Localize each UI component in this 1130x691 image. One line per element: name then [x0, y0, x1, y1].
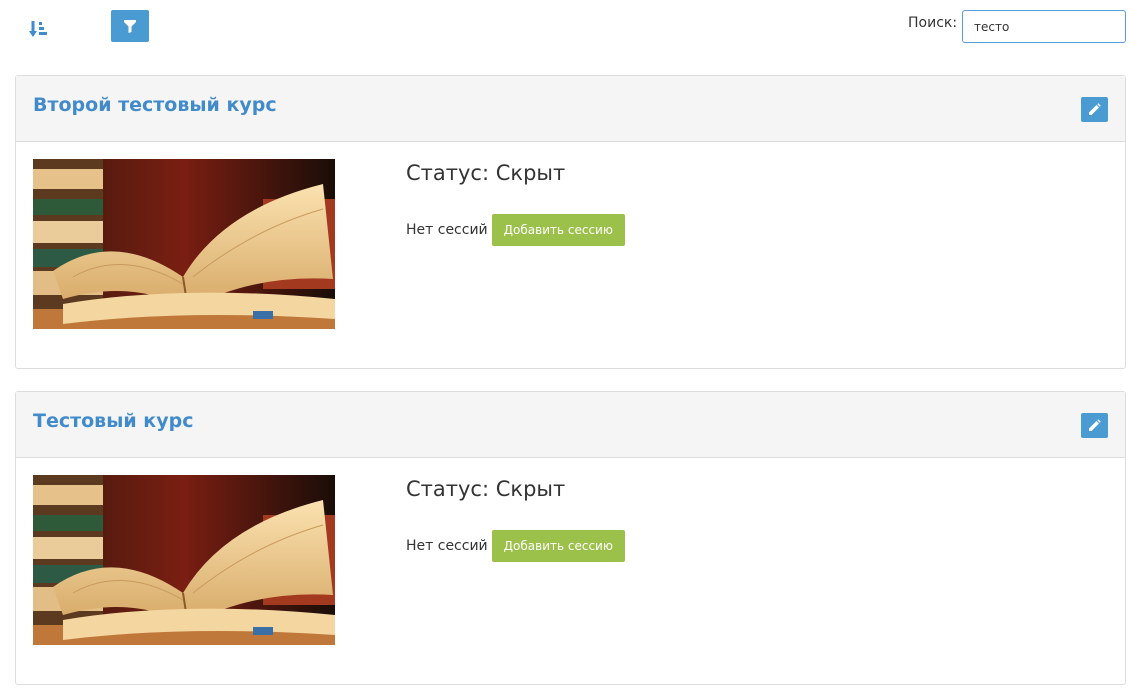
filter-button[interactable]: [111, 10, 149, 42]
search-input[interactable]: [962, 10, 1126, 43]
sessions-row: Нет сессий Добавить сессию: [406, 214, 625, 246]
add-session-button[interactable]: Добавить сессию: [491, 530, 625, 562]
pencil-icon: [1089, 103, 1101, 115]
course-card: Тестовый курс Статус: Скрыт Нет сессий Д…: [15, 391, 1126, 685]
open-book-thumbnail: [33, 159, 335, 329]
course-image: [33, 475, 335, 645]
filter-icon: [124, 19, 136, 33]
course-card-header: Второй тестовый курс: [16, 76, 1125, 142]
toolbar: Поиск:: [0, 0, 1130, 52]
sort-button[interactable]: [22, 14, 54, 44]
course-title[interactable]: Второй тестовый курс: [33, 94, 277, 116]
sessions-row: Нет сессий Добавить сессию: [406, 530, 625, 562]
add-session-button[interactable]: Добавить сессию: [491, 214, 625, 246]
course-card-header: Тестовый курс: [16, 392, 1125, 458]
course-title[interactable]: Тестовый курс: [33, 410, 193, 432]
course-status: Статус: Скрыт: [406, 161, 566, 185]
course-card-body: Статус: Скрыт Нет сессий Добавить сессию: [16, 142, 1125, 368]
pencil-icon: [1089, 419, 1101, 431]
sort-amount-icon: [29, 21, 47, 37]
course-card: Второй тестовый курс Статус: Скрыт Нет с…: [15, 75, 1126, 369]
course-status: Статус: Скрыт: [406, 477, 566, 501]
open-book-thumbnail: [33, 475, 335, 645]
course-card-body: Статус: Скрыт Нет сессий Добавить сессию: [16, 458, 1125, 684]
edit-button[interactable]: [1081, 413, 1108, 438]
no-sessions-text: Нет сессий: [406, 538, 488, 554]
no-sessions-text: Нет сессий: [406, 222, 488, 238]
search-label: Поиск:: [908, 15, 958, 31]
course-image: [33, 159, 335, 329]
edit-button[interactable]: [1081, 97, 1108, 122]
